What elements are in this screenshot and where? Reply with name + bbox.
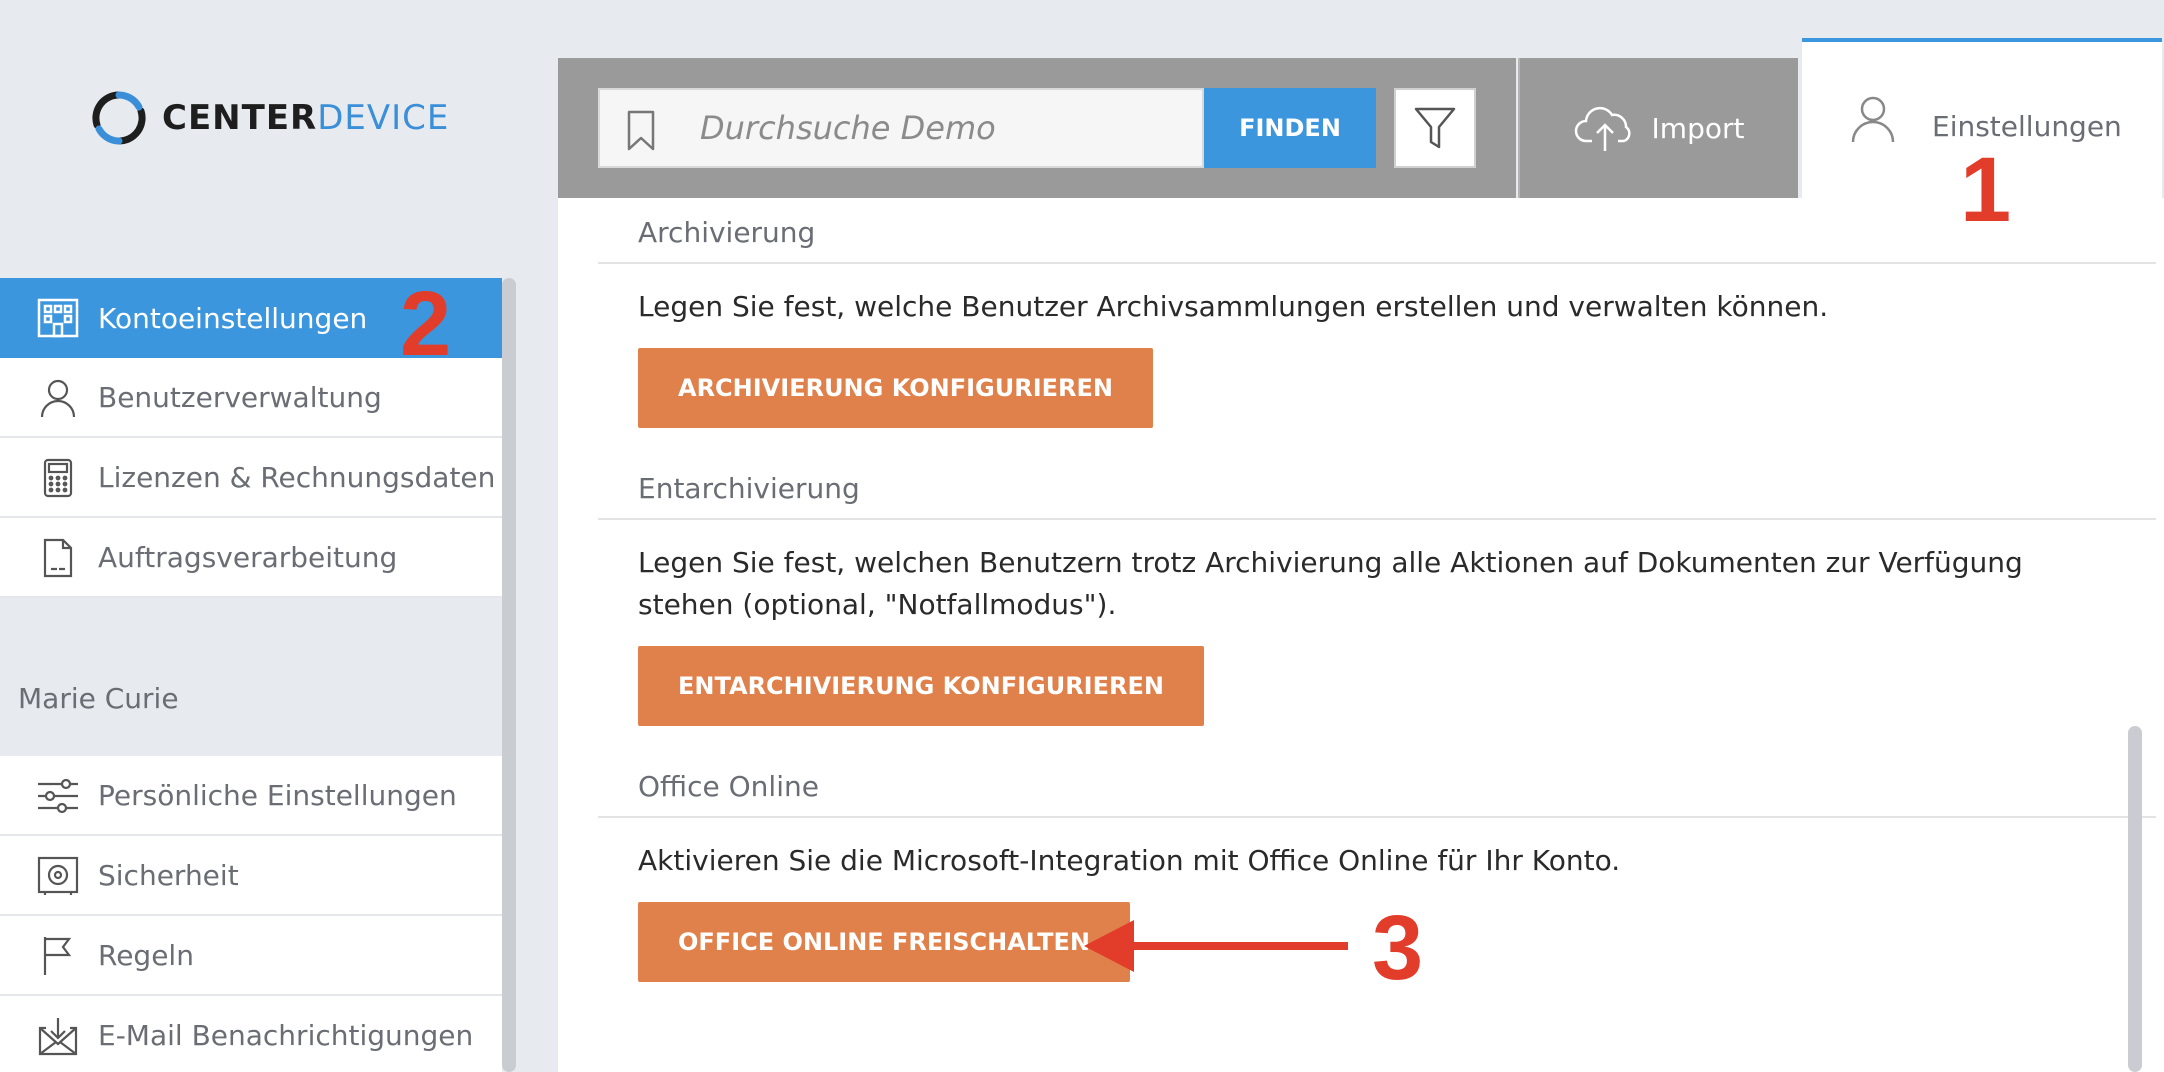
centerdevice-logo[interactable]: CENTERDEVICE	[90, 88, 449, 148]
tab-import-label: Import	[1651, 111, 1745, 145]
safe-icon	[36, 856, 80, 896]
section-title-entarchivierung: Entarchivierung	[638, 472, 860, 505]
sidebar-personal-nav: Persönliche Einstellungen Sicherheit Reg…	[0, 756, 502, 1072]
logo-text-center: CENTER	[162, 98, 318, 138]
document-icon	[36, 538, 80, 578]
annotation-step-1: 1	[1960, 139, 2012, 241]
archivierung-konfigurieren-button[interactable]: ARCHIVIERUNG KONFIGURIEREN	[638, 348, 1153, 428]
sidebar-item-regeln[interactable]: Regeln	[0, 916, 502, 996]
sidebar-item-label: Benutzerverwaltung	[98, 380, 382, 414]
sidebar-item-label: Lizenzen & Rechnungsdaten	[98, 460, 496, 494]
building-icon	[36, 298, 80, 338]
sidebar-item-label: Auftragsverarbeitung	[98, 540, 398, 574]
button-label: OFFICE ONLINE FREISCHALTEN	[678, 928, 1090, 956]
sliders-icon	[36, 776, 80, 816]
button-label: ENTARCHIVIERUNG KONFIGURIEREN	[678, 672, 1164, 700]
find-button-label: FINDEN	[1239, 114, 1341, 142]
sidebar-item-label: Persönliche Einstellungen	[98, 778, 457, 812]
sidebar-item-persoenliche-einstellungen[interactable]: Persönliche Einstellungen	[0, 756, 502, 836]
logo-text: CENTERDEVICE	[162, 98, 449, 138]
annotation-arrow-icon	[1084, 920, 1348, 972]
entarchivierung-konfigurieren-button[interactable]: ENTARCHIVIERUNG KONFIGURIEREN	[638, 646, 1204, 726]
sidebar-item-lizenzen[interactable]: Lizenzen & Rechnungsdaten	[0, 438, 502, 518]
annotation-step-2: 2	[400, 273, 452, 375]
sidebar-item-sicherheit[interactable]: Sicherheit	[0, 836, 502, 916]
logo-text-device: DEVICE	[317, 98, 450, 138]
cloud-upload-icon	[1574, 106, 1631, 151]
logo-mark-icon	[92, 91, 146, 145]
inbox-icon	[36, 1016, 80, 1056]
filter-icon	[1414, 107, 1456, 149]
divider	[598, 262, 2156, 264]
calculator-icon	[36, 458, 80, 498]
sidebar-scrollbar[interactable]	[502, 278, 516, 1072]
main-scrollbar[interactable]	[2128, 726, 2142, 1072]
flag-icon	[36, 936, 80, 976]
section-description: Legen Sie fest, welche Benutzer Archivsa…	[638, 290, 1829, 323]
tab-import[interactable]: Import	[1518, 58, 1798, 198]
bookmark-icon[interactable]	[626, 110, 656, 156]
sidebar-item-auftragsverarbeitung[interactable]: Auftragsverarbeitung	[0, 518, 502, 598]
user-name: Marie Curie	[18, 682, 179, 715]
user-icon	[36, 378, 80, 418]
find-button[interactable]: FINDEN	[1204, 88, 1376, 168]
divider	[598, 816, 2156, 818]
section-description: Aktivieren Sie die Microsoft-Integration…	[638, 844, 1621, 877]
button-label: ARCHIVIERUNG KONFIGURIEREN	[678, 374, 1113, 402]
user-icon	[1851, 96, 1895, 143]
sidebar-item-email-benachrichtigungen[interactable]: E-Mail Benachrichtigungen	[0, 996, 502, 1072]
section-title-archivierung: Archivierung	[638, 216, 816, 249]
sidebar-item-label: Kontoeinstellungen	[98, 301, 368, 335]
office-online-freischalten-button[interactable]: OFFICE ONLINE FREISCHALTEN	[638, 902, 1130, 982]
divider	[598, 518, 2156, 520]
search-input[interactable]	[700, 104, 1180, 152]
section-description: Legen Sie fest, welchen Benutzern trotz …	[638, 546, 2023, 621]
section-title-office-online: Office Online	[638, 770, 819, 803]
sidebar-item-label: Regeln	[98, 938, 194, 972]
search-box	[598, 88, 1204, 168]
main-content: Archivierung Legen Sie fest, welche Benu…	[558, 198, 2164, 1072]
sidebar-item-label: Sicherheit	[98, 858, 239, 892]
annotation-step-3: 3	[1372, 897, 1424, 999]
sidebar-item-label: E-Mail Benachrichtigungen	[98, 1018, 474, 1052]
filter-button[interactable]	[1394, 88, 1476, 168]
